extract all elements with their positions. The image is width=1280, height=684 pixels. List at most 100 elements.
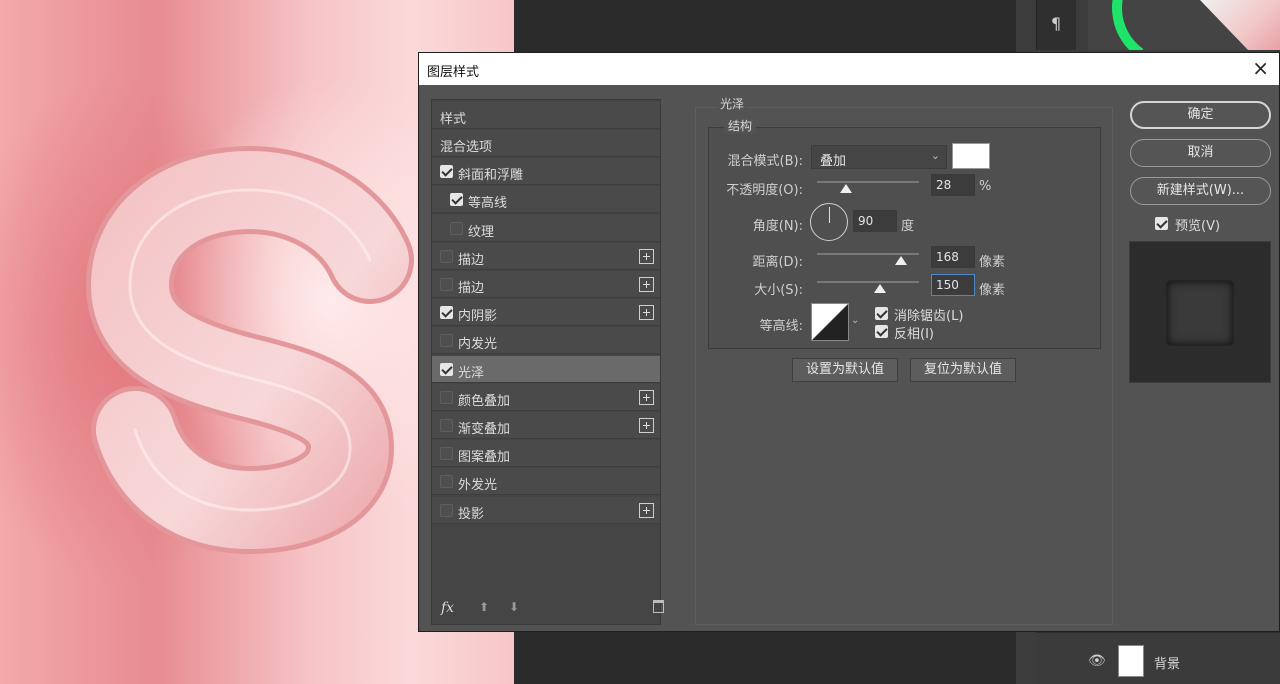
style-item[interactable]: 纹理 <box>432 214 660 242</box>
style-item-checkbox[interactable] <box>450 193 463 207</box>
distance-input[interactable]: 168 <box>931 246 975 268</box>
angle-input[interactable]: 90 <box>853 210 897 232</box>
layer-name: 背景 <box>1154 657 1181 672</box>
invert-checkbox[interactable]: 反相(I) <box>875 323 1005 342</box>
add-style-icon[interactable] <box>639 389 654 405</box>
styles-list-footer: fx ⬆ ⬇ <box>431 598 664 622</box>
eye-icon[interactable]: 👁 <box>1088 653 1106 669</box>
style-item[interactable]: 描边 <box>432 242 660 270</box>
size-label: 大小(S): <box>754 283 803 298</box>
style-item[interactable]: 图案叠加 <box>432 440 660 468</box>
style-item-label: 内发光 <box>458 337 498 353</box>
styles-list: 样式 混合选项 斜面和浮雕 等高线 纹理 描边 描边 内阴影 内发光 光泽 颜色叠加 渐变叠加 图案叠… <box>431 99 661 625</box>
ok-button[interactable]: 确定 <box>1130 101 1271 129</box>
make-default-button[interactable]: 设置为默认值 <box>792 358 898 382</box>
style-item-checkbox[interactable] <box>440 165 453 179</box>
style-item-label: 等高线 <box>468 196 508 212</box>
cancel-button[interactable]: 取消 <box>1130 139 1271 167</box>
style-item-label: 混合选项 <box>440 140 493 155</box>
style-item-checkbox[interactable] <box>440 306 453 320</box>
style-item-label: 内阴影 <box>458 309 498 325</box>
style-item-checkbox[interactable] <box>440 503 453 517</box>
style-item-checkbox[interactable] <box>440 362 453 376</box>
size-unit: 像素 <box>979 283 1006 298</box>
style-item[interactable]: 描边 <box>432 271 660 298</box>
style-item-label: 渐变叠加 <box>458 422 511 437</box>
paragraph-icon[interactable]: ¶ <box>1051 14 1061 33</box>
move-up-icon[interactable]: ⬆ <box>479 600 489 614</box>
layer-thumbnail <box>1118 645 1144 677</box>
style-item-label: 外发光 <box>458 478 498 494</box>
style-item[interactable]: 投影 <box>432 496 660 524</box>
style-item-label: 颜色叠加 <box>458 393 511 409</box>
preview-swatch <box>1166 280 1234 346</box>
fx-icon[interactable]: fx <box>441 600 454 616</box>
distance-slider-track[interactable] <box>817 253 919 255</box>
add-style-icon[interactable] <box>639 277 654 292</box>
style-item-checkbox[interactable] <box>450 221 463 235</box>
style-item[interactable]: 外发光 <box>432 468 660 496</box>
blend-color-swatch[interactable] <box>952 143 990 169</box>
satin-group-title: 光泽 <box>716 95 749 112</box>
size-input[interactable]: 150 <box>931 274 975 296</box>
size-slider-thumb[interactable] <box>874 284 887 293</box>
opacity-unit: % <box>979 179 992 194</box>
opacity-input[interactable]: 28 <box>931 174 975 196</box>
new-style-button[interactable]: 新建样式(W)... <box>1130 177 1271 205</box>
invert-box[interactable] <box>875 325 888 338</box>
size-slider-track[interactable] <box>817 281 919 283</box>
paragraph-tool-column: ¶ <box>1036 0 1076 50</box>
opacity-slider-thumb[interactable] <box>839 184 852 193</box>
angle-dial[interactable] <box>810 203 848 241</box>
styles-header[interactable]: 样式 <box>432 102 660 129</box>
add-style-icon[interactable] <box>639 502 654 518</box>
style-item[interactable]: 混合选项 <box>432 130 660 157</box>
blend-mode-select[interactable]: 叠加 ⌄ <box>811 145 947 169</box>
opacity-label: 不透明度(O): <box>726 183 803 198</box>
add-style-icon[interactable] <box>639 418 654 433</box>
canvas-thumbnail <box>1088 0 1280 50</box>
angle-dial-hand <box>829 207 830 223</box>
distance-unit: 像素 <box>979 255 1006 270</box>
preview-checkbox[interactable]: 预览(V) <box>1155 215 1275 235</box>
dialog-title: 图层样式 <box>427 65 480 80</box>
style-item-checkbox[interactable] <box>440 475 453 489</box>
blend-mode-label: 混合模式(B): <box>727 154 803 169</box>
layer-row-background[interactable]: 👁 背景 <box>1036 632 1280 684</box>
style-item[interactable]: 光泽 <box>432 355 660 383</box>
distance-label: 距离(D): <box>752 255 803 270</box>
anti-alias-box[interactable] <box>875 307 888 320</box>
add-style-icon[interactable] <box>639 248 654 264</box>
style-item-checkbox[interactable] <box>440 249 453 263</box>
anti-alias-checkbox[interactable]: 消除锯齿(L) <box>875 305 1005 324</box>
style-item-label: 纹理 <box>468 224 495 240</box>
style-item-label: 投影 <box>458 506 485 522</box>
style-item[interactable]: 内阴影 <box>432 299 660 327</box>
style-item[interactable]: 斜面和浮雕 <box>432 158 660 186</box>
style-item[interactable]: 等高线 <box>432 186 660 214</box>
style-item-checkbox[interactable] <box>440 447 453 461</box>
style-item[interactable]: 内发光 <box>432 327 660 355</box>
preview-label: 预览(V) <box>1175 219 1221 234</box>
move-down-icon[interactable]: ⬇ <box>509 600 519 614</box>
style-item-label: 描边 <box>458 281 485 296</box>
style-item[interactable]: 渐变叠加 <box>432 412 660 439</box>
close-icon[interactable]: × <box>1252 57 1269 79</box>
style-item-checkbox[interactable] <box>440 419 453 432</box>
contour-picker[interactable] <box>811 303 849 341</box>
invert-label: 反相(I) <box>894 327 934 342</box>
structure-group-title: 结构 <box>724 117 757 134</box>
add-style-icon[interactable] <box>639 305 654 321</box>
opacity-slider-track[interactable] <box>817 181 919 183</box>
style-item[interactable]: 颜色叠加 <box>432 383 660 411</box>
style-item-checkbox[interactable] <box>440 334 453 348</box>
style-item-label: 图案叠加 <box>458 450 511 466</box>
dialog-titlebar[interactable]: 图层样式 × <box>419 53 1279 85</box>
chevron-down-icon[interactable]: ⌄ <box>851 315 859 326</box>
style-item-checkbox[interactable] <box>440 390 453 404</box>
preview-box[interactable] <box>1155 217 1168 230</box>
distance-slider-thumb[interactable] <box>894 256 907 265</box>
trash-icon[interactable] <box>653 600 664 613</box>
reset-default-button[interactable]: 复位为默认值 <box>910 358 1016 382</box>
style-item-checkbox[interactable] <box>440 278 453 291</box>
